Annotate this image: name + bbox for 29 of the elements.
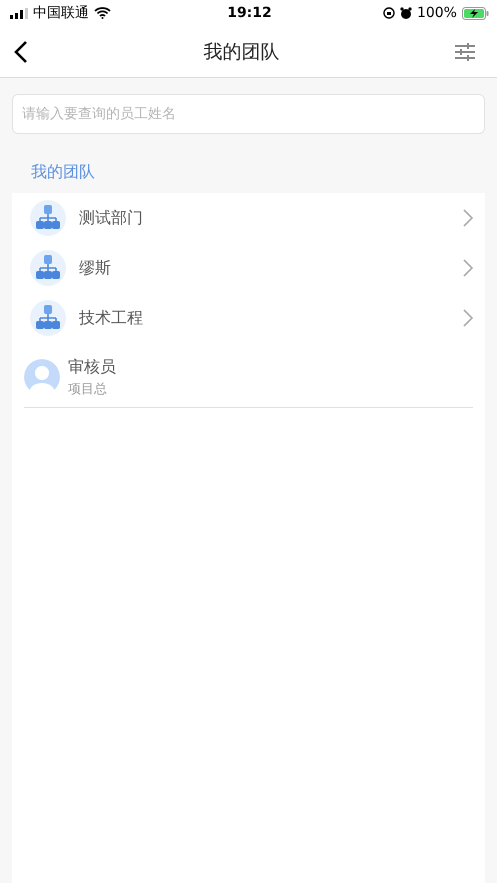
member-role: 项目总 bbox=[68, 380, 108, 398]
page-title: 我的团队 bbox=[204, 40, 280, 64]
avatar-icon bbox=[24, 359, 60, 395]
rotation-lock-icon bbox=[382, 7, 395, 19]
chevron-right-icon bbox=[463, 259, 473, 277]
chevron-right-icon bbox=[463, 309, 473, 327]
department-row[interactable]: 技术工程 bbox=[24, 293, 473, 343]
search-field[interactable]: 请输入要查询的员工姓名 bbox=[12, 94, 485, 134]
member-name: 审核员 bbox=[68, 356, 116, 378]
section-title: 我的团队 bbox=[30, 161, 96, 183]
signal-icon bbox=[10, 8, 28, 18]
back-icon[interactable] bbox=[14, 40, 28, 64]
alarm-clock-icon bbox=[400, 7, 412, 19]
org-chart-icon bbox=[30, 300, 66, 336]
org-chart-icon bbox=[30, 200, 66, 236]
chevron-right-icon bbox=[463, 209, 473, 227]
member-row[interactable]: 审核员 项目总 bbox=[24, 347, 473, 408]
wifi-icon bbox=[94, 7, 111, 19]
filter-sliders-icon[interactable] bbox=[455, 42, 475, 60]
battery-percent: 100% bbox=[416, 5, 457, 21]
department-row[interactable]: 缪斯 bbox=[24, 243, 473, 293]
department-name: 技术工程 bbox=[79, 308, 144, 328]
carrier-name: 中国联通 bbox=[33, 4, 89, 22]
department-name: 缪斯 bbox=[79, 258, 112, 278]
department-row[interactable]: 测试部门 bbox=[24, 193, 473, 243]
battery-charging-icon bbox=[462, 6, 489, 20]
department-name: 测试部门 bbox=[79, 208, 144, 228]
clock-time: 19:12 bbox=[227, 5, 272, 21]
org-chart-icon bbox=[30, 250, 66, 286]
